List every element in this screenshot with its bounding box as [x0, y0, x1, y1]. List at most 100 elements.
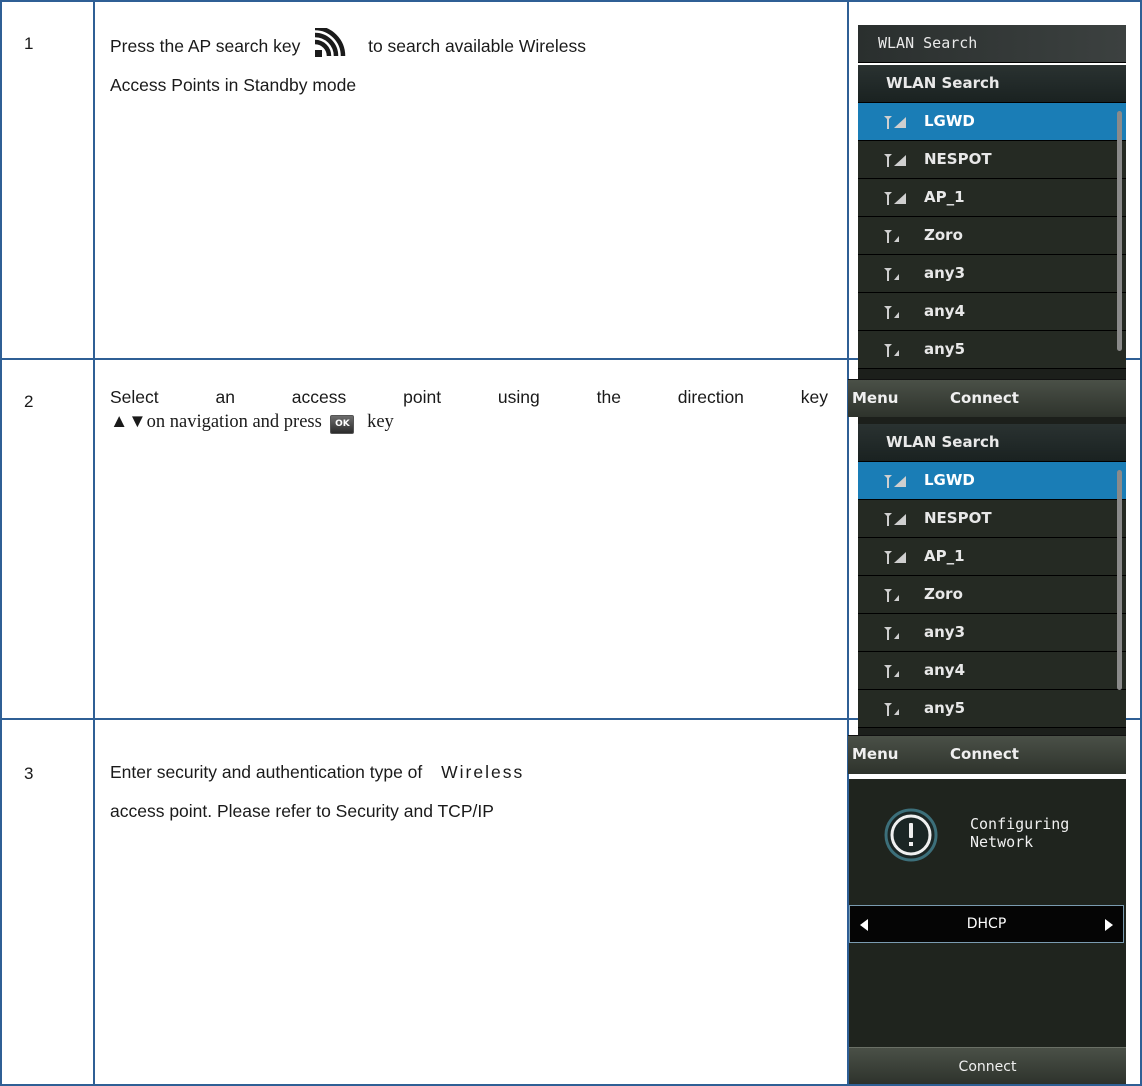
wlan-ssid: any4: [924, 302, 966, 320]
wlan-ssid: any5: [924, 699, 966, 717]
step-number: 3: [24, 764, 34, 783]
status-line: Network: [970, 833, 1034, 851]
table-border-left: [0, 0, 2, 1086]
table-border-top: [0, 0, 1142, 2]
wlan-ssid: NESPOT: [924, 150, 992, 168]
signal-strength-icon: [884, 512, 910, 526]
wlan-ssid: Zoro: [924, 226, 963, 244]
status-line: Configuring: [970, 815, 1070, 833]
step-word: direction: [677, 387, 744, 407]
scrollbar[interactable]: [1117, 111, 1122, 351]
signal-strength-icon: [884, 588, 910, 602]
signal-strength-icon: [884, 626, 910, 640]
wlan-list-item[interactable]: Zoro: [858, 576, 1126, 614]
softkey-row: Menu Connect: [848, 379, 1126, 417]
wlan-list-item[interactable]: any3: [858, 614, 1126, 652]
step-text-segment: Press the AP search key: [110, 36, 301, 56]
wlan-ssid: AP_1: [924, 188, 965, 206]
step-description: Enter security and authentication type o…: [110, 756, 828, 828]
softkey-row: Menu Connect: [848, 735, 1126, 774]
signal-strength-icon: [884, 343, 910, 357]
wlan-ssid: any3: [924, 623, 966, 641]
screen-title: WLAN Search: [858, 65, 1126, 103]
wlan-list-item[interactable]: LGWD: [858, 462, 1126, 500]
step-word: the: [596, 387, 621, 407]
signal-strength-icon: [884, 153, 910, 167]
wlan-list-item[interactable]: AP_1: [858, 179, 1126, 217]
table-border-row2: [0, 718, 858, 720]
wlan-list-item[interactable]: any4: [858, 652, 1126, 690]
wifi-signal-icon: [315, 28, 346, 57]
wlan-ssid: LGWD: [924, 112, 975, 130]
step-line: Access Points in Standby mode: [110, 75, 357, 95]
screen-title: WLAN Search: [858, 25, 1126, 63]
screen-title: WLAN Search: [858, 424, 1126, 462]
wlan-list-item[interactable]: any5: [858, 690, 1126, 728]
signal-strength-icon: [884, 267, 910, 281]
ok-key-icon: OK: [330, 415, 355, 434]
wlan-list-item[interactable]: AP_1: [858, 538, 1126, 576]
wlan-ssid: LGWD: [924, 471, 975, 489]
signal-strength-icon: [884, 229, 910, 243]
softkey-bar: Menu Connect: [848, 733, 1126, 777]
signal-strength-icon: [884, 664, 910, 678]
wlan-ssid: any5: [924, 340, 966, 358]
step-text-segment: Wireless: [441, 762, 525, 782]
wlan-list-item[interactable]: NESPOT: [858, 141, 1126, 179]
connect-softkey[interactable]: Connect: [950, 380, 1019, 417]
menu-softkey[interactable]: Menu: [852, 736, 898, 773]
exclamation-circle-icon: [884, 808, 938, 862]
wlan-ssid: NESPOT: [924, 509, 992, 527]
step-number: 2: [24, 392, 34, 411]
network-mode-selector[interactable]: DHCP: [849, 905, 1124, 943]
step-word: using: [497, 387, 540, 407]
wlan-list-item[interactable]: any3: [858, 255, 1126, 293]
step-text-segment: ▲▼on navigation and press: [110, 412, 322, 432]
signal-strength-icon: [884, 702, 910, 716]
selector-value: DHCP: [966, 916, 1007, 932]
signal-strength-icon: [884, 305, 910, 319]
signal-strength-icon: [884, 115, 910, 129]
softkey-bar: Menu Connect: [848, 375, 1126, 421]
wlan-list-item[interactable]: LGWD: [858, 103, 1126, 141]
signal-strength-icon: [884, 550, 910, 564]
step-description: Select an access point using the directi…: [110, 384, 828, 434]
step-word: access: [291, 387, 347, 407]
step-word: key: [800, 387, 828, 407]
wlan-ssid: Zoro: [924, 585, 963, 603]
status-message: Configuring Network: [970, 815, 1069, 851]
step-word: point: [403, 387, 442, 407]
table-border-row1: [0, 358, 858, 360]
signal-strength-icon: [884, 191, 910, 205]
step-line: Enter security and authentication type o…: [110, 756, 828, 789]
wlan-list-item[interactable]: Zoro: [858, 217, 1126, 255]
phone-screen-configuring: Configuring Network DHCP Connect: [849, 779, 1126, 1084]
step-description: Press the AP search key to search availa…: [110, 28, 828, 102]
step-line: Select an access point using the directi…: [110, 384, 828, 410]
connect-softkey[interactable]: Connect: [959, 1059, 1017, 1075]
step-line: ▲▼on navigation and press OK key: [110, 410, 828, 434]
phone-screen-wlan-list: WLAN Search LGWD NESPOT AP_1 Zoro any3 a…: [858, 424, 1126, 735]
step-text-segment: Enter security and authentication type o…: [110, 762, 423, 782]
wlan-ssid: AP_1: [924, 547, 965, 565]
signal-strength-icon: [884, 474, 910, 488]
triangle-right-icon[interactable]: [1105, 919, 1113, 931]
step-number: 1: [24, 34, 34, 53]
menu-softkey[interactable]: Menu: [852, 380, 898, 417]
softkey-row: Connect: [849, 1047, 1126, 1084]
table-border-col1: [93, 0, 95, 1086]
step-text-segment: key: [367, 412, 394, 432]
connect-softkey[interactable]: Connect: [950, 736, 1019, 773]
wlan-ssid: any4: [924, 661, 966, 679]
step-line: access point. Please refer to Security a…: [110, 801, 494, 821]
wlan-list-item[interactable]: any4: [858, 293, 1126, 331]
phone-screen-header: WLAN Search: [858, 25, 1126, 63]
wlan-list-item[interactable]: NESPOT: [858, 500, 1126, 538]
step-line: Press the AP search key to search availa…: [110, 28, 828, 63]
wlan-ssid: any3: [924, 264, 966, 282]
step-word: an: [215, 387, 235, 407]
scrollbar[interactable]: [1117, 470, 1122, 690]
step-word: Select: [110, 387, 159, 407]
wlan-list-item[interactable]: any5: [858, 331, 1126, 369]
step-text-segment: to search available Wireless: [368, 36, 586, 56]
